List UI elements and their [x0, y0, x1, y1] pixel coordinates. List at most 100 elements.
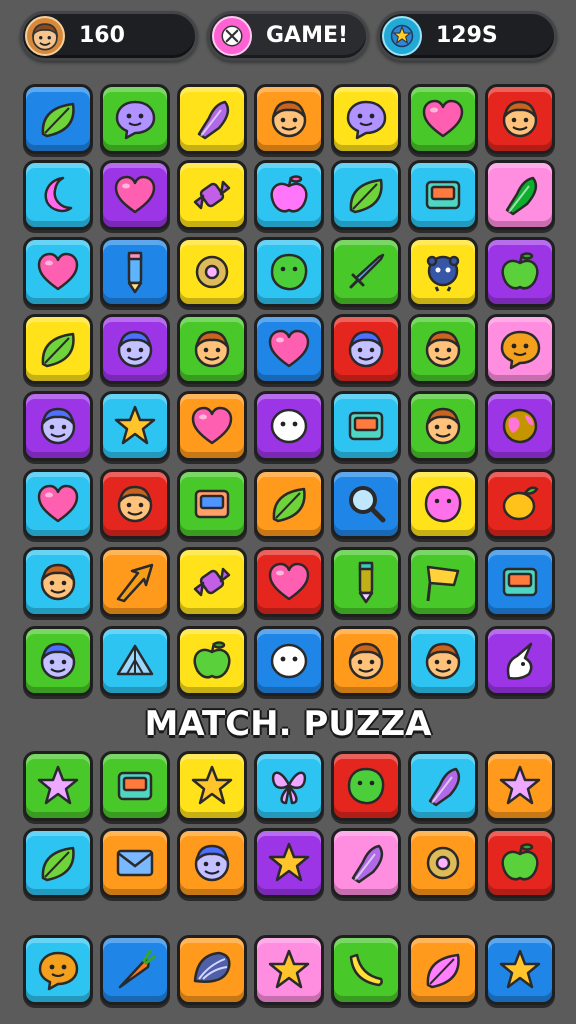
tile-upper-r3-c3[interactable]	[177, 237, 247, 307]
tile-upper-r2-c6[interactable]	[408, 160, 478, 230]
tile-upper-r1-c5[interactable]	[331, 84, 401, 154]
tile-bottom-c1[interactable]	[23, 935, 93, 1005]
tile-lower-r1-c2[interactable]	[100, 751, 170, 821]
game-title-banner: MATCH. PUZZA	[144, 704, 432, 744]
tile-upper-r2-c2[interactable]	[100, 160, 170, 230]
tile-upper-r8-c7[interactable]	[485, 626, 555, 696]
tile-upper-r5-c3[interactable]	[177, 391, 247, 461]
tile-upper-r5-c5[interactable]	[331, 391, 401, 461]
apple-icon	[193, 641, 231, 679]
heart-icon	[37, 484, 79, 523]
tile-lower-r2-c6[interactable]	[408, 828, 478, 898]
tile-upper-r5-c7[interactable]	[485, 391, 555, 461]
tile-upper-r6-c4[interactable]	[254, 469, 324, 539]
tile-lower-r2-c5[interactable]	[331, 828, 401, 898]
tile-bottom-c3[interactable]	[177, 935, 247, 1005]
tile-upper-r8-c6[interactable]	[408, 626, 478, 696]
tile-upper-r7-c4[interactable]	[254, 547, 324, 617]
candy-icon	[193, 567, 231, 597]
tile-upper-r2-c7[interactable]	[485, 160, 555, 230]
tile-lower-r2-c4[interactable]	[254, 828, 324, 898]
ghost-icon	[270, 643, 308, 679]
leaf-icon	[41, 102, 75, 138]
tile-upper-r7-c5[interactable]	[331, 547, 401, 617]
tile-upper-r6-c2[interactable]	[100, 469, 170, 539]
tile-upper-r4-c4[interactable]	[254, 314, 324, 384]
tile-upper-r6-c3[interactable]	[177, 469, 247, 539]
tile-upper-r4-c5[interactable]	[331, 314, 401, 384]
tile-lower-r1-c3[interactable]	[177, 751, 247, 821]
tile-upper-r7-c6[interactable]	[408, 547, 478, 617]
tile-bottom-c7[interactable]	[485, 935, 555, 1005]
tile-upper-r7-c1[interactable]	[23, 547, 93, 617]
tile-upper-r1-c4[interactable]	[254, 84, 324, 154]
tile-upper-r4-c7[interactable]	[485, 314, 555, 384]
tile-upper-r3-c7[interactable]	[485, 237, 555, 307]
tile-upper-r1-c7[interactable]	[485, 84, 555, 154]
tile-upper-r7-c2[interactable]	[100, 547, 170, 617]
smiley-face-icon	[117, 330, 153, 368]
tile-upper-r1-c3[interactable]	[177, 84, 247, 154]
tile-upper-r3-c6[interactable]	[408, 237, 478, 307]
tile-upper-r3-c2[interactable]	[100, 237, 170, 307]
tent-icon	[116, 644, 154, 676]
smiley-face-icon	[348, 642, 384, 680]
globe-icon	[502, 408, 538, 444]
tile-upper-r8-c2[interactable]	[100, 626, 170, 696]
tile-upper-r2-c1[interactable]	[23, 160, 93, 230]
tile-bottom-c5[interactable]	[331, 935, 401, 1005]
tile-upper-r3-c1[interactable]	[23, 237, 93, 307]
tile-upper-r4-c6[interactable]	[408, 314, 478, 384]
tile-lower-r1-c4[interactable]	[254, 751, 324, 821]
chat-bubble-icon	[346, 100, 387, 140]
ring-icon	[426, 846, 460, 880]
tile-upper-r2-c3[interactable]	[177, 160, 247, 230]
tile-bottom-c6[interactable]	[408, 935, 478, 1005]
tile-upper-r2-c4[interactable]	[254, 160, 324, 230]
tile-lower-r1-c5[interactable]	[331, 751, 401, 821]
tile-lower-r2-c7[interactable]	[485, 828, 555, 898]
tile-upper-r7-c7[interactable]	[485, 547, 555, 617]
tile-upper-r8-c4[interactable]	[254, 626, 324, 696]
tile-lower-r1-c6[interactable]	[408, 751, 478, 821]
tile-upper-r8-c1[interactable]	[23, 626, 93, 696]
lemon-icon	[502, 486, 539, 521]
tile-upper-r4-c3[interactable]	[177, 314, 247, 384]
tile-upper-r1-c1[interactable]	[23, 84, 93, 154]
heart-icon	[37, 252, 79, 291]
tile-upper-r5-c2[interactable]	[100, 391, 170, 461]
tile-upper-r5-c6[interactable]	[408, 391, 478, 461]
tile-bottom-c2[interactable]	[100, 935, 170, 1005]
tile-upper-r8-c3[interactable]	[177, 626, 247, 696]
tile-upper-r6-c7[interactable]	[485, 469, 555, 539]
leaf-icon	[41, 332, 75, 368]
tile-upper-r3-c4[interactable]	[254, 237, 324, 307]
tile-lower-r1-c1[interactable]	[23, 751, 93, 821]
tile-upper-r4-c1[interactable]	[23, 314, 93, 384]
tile-upper-r3-c5[interactable]	[331, 237, 401, 307]
box-icon	[117, 771, 153, 801]
tile-lower-r1-c7[interactable]	[485, 751, 555, 821]
tile-lower-r2-c3[interactable]	[177, 828, 247, 898]
tile-lower-r2-c2[interactable]	[100, 828, 170, 898]
tile-upper-r1-c2[interactable]	[100, 84, 170, 154]
tile-upper-r4-c2[interactable]	[100, 314, 170, 384]
apple-icon	[501, 843, 539, 881]
feather-icon	[197, 100, 230, 140]
tile-upper-r6-c5[interactable]	[331, 469, 401, 539]
tile-upper-r8-c5[interactable]	[331, 626, 401, 696]
tile-upper-r2-c5[interactable]	[331, 160, 401, 230]
crescent-icon	[44, 176, 73, 213]
tile-lower-r2-c1[interactable]	[23, 828, 93, 898]
box-icon	[348, 411, 384, 441]
tile-upper-r5-c4[interactable]	[254, 391, 324, 461]
tile-upper-r1-c6[interactable]	[408, 84, 478, 154]
chat-bubble-icon	[38, 951, 79, 991]
tile-upper-r6-c1[interactable]	[23, 469, 93, 539]
tile-upper-r5-c1[interactable]	[23, 391, 93, 461]
chat-bubble-icon	[115, 100, 156, 140]
star-icon	[268, 842, 310, 882]
tile-upper-r7-c3[interactable]	[177, 547, 247, 617]
tile-upper-r6-c6[interactable]	[408, 469, 478, 539]
tile-bottom-c4[interactable]	[254, 935, 324, 1005]
